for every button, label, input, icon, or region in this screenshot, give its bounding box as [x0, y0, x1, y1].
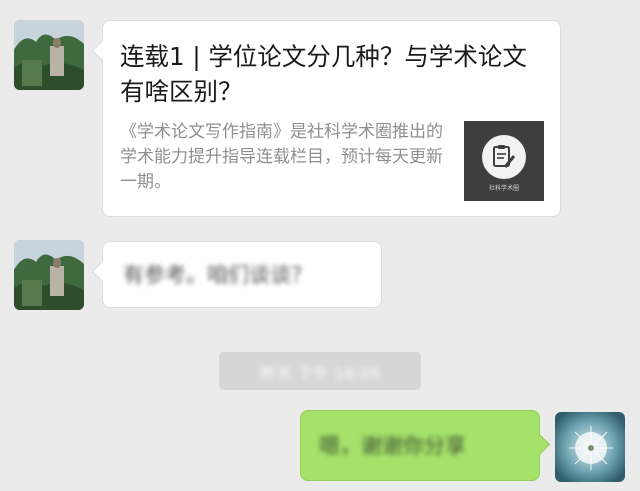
thumbnail-caption: 社科学术圈	[488, 185, 519, 192]
article-description: 《学术论文写作指南》是社科学术圈推出的学术能力提升指导连载栏目，预计每天更新一期…	[120, 122, 443, 192]
landscape-photo-icon	[14, 240, 84, 310]
contact-avatar[interactable]	[14, 20, 84, 90]
dandelion-photo-icon	[555, 412, 625, 482]
message-bubble[interactable]: 有参考。咱们谈谈？	[102, 241, 382, 308]
sent-message-bubble[interactable]: 嗯，谢谢你分享	[300, 410, 540, 481]
article-thumbnail: 社科学术圈	[464, 121, 544, 201]
message-text: 有参考。咱们谈谈？	[123, 263, 312, 287]
timestamp-pill: 昨天 下午 16:05	[219, 352, 421, 390]
article-title: 连载1 | 学位论文分几种？与学术论文有啥区别？	[120, 42, 527, 106]
timestamp-text: 昨天 下午 16:05	[259, 364, 381, 383]
sent-message-text: 嗯，谢谢你分享	[319, 434, 466, 458]
landscape-photo-icon	[14, 20, 84, 90]
article-card[interactable]: 连载1 | 学位论文分几种？与学术论文有啥区别？ 《学术论文写作指南》是社科学术…	[102, 20, 561, 217]
document-pen-icon	[482, 135, 526, 179]
contact-avatar[interactable]	[14, 240, 84, 310]
self-avatar[interactable]	[555, 412, 625, 482]
